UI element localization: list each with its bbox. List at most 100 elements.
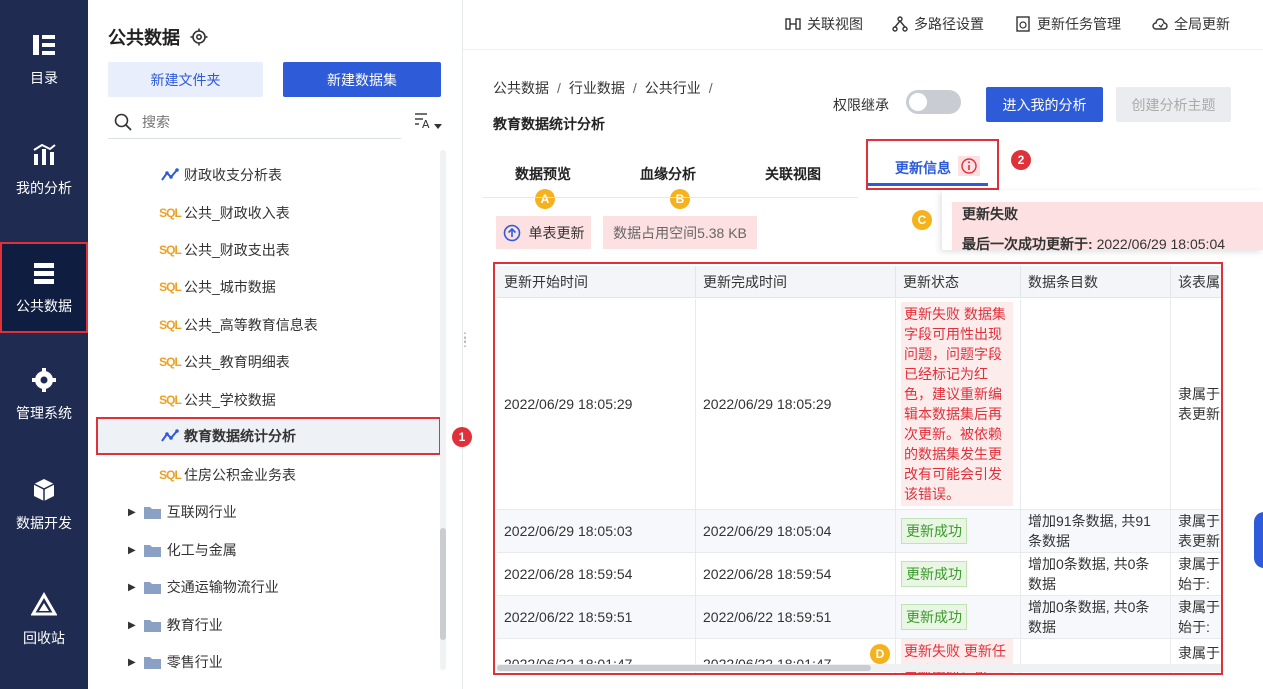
tree-item[interactable]: SQL 公共_学校数据 — [96, 381, 441, 419]
cell-end: 2022/06/29 18:05:04 — [696, 510, 896, 552]
cell-belong: 隶属于始于: — [1171, 596, 1221, 638]
sql-icon: SQL — [159, 318, 182, 332]
sidebar-scrollbar-thumb[interactable] — [440, 528, 446, 640]
multipath-icon — [892, 16, 908, 32]
sort-icon[interactable]: A — [413, 110, 443, 134]
caret-right-icon: ▶ — [128, 619, 136, 631]
left-nav: 目录 我的分析 公共数据 管理系统 数据开发 回收站 — [0, 0, 88, 689]
search-icon — [114, 113, 132, 131]
divider — [463, 49, 1263, 50]
folder-item[interactable]: ▶ 教育行业 — [128, 606, 223, 644]
nav-label: 管理系统 — [16, 405, 72, 421]
catalog-icon — [33, 35, 55, 55]
active-tab-indicator — [868, 183, 988, 186]
breadcrumb-item[interactable]: 公共数据 — [493, 80, 549, 96]
single-table-update-button[interactable]: 单表更新 — [496, 216, 591, 249]
folder-item[interactable]: ▶ 化工与金属 — [128, 531, 237, 569]
related-view-button[interactable]: 关联视图 — [785, 14, 863, 34]
cell-status: 更新成功 — [896, 596, 1021, 638]
folder-icon — [143, 657, 161, 669]
tree-item-selected[interactable]: 教育数据统计分析 — [96, 417, 441, 455]
sql-icon: SQL — [159, 206, 182, 220]
tree-item[interactable]: SQL 公共_财政收入表 — [96, 194, 441, 232]
folder-icon — [143, 620, 161, 632]
table-row[interactable]: 2022/06/28 18:59:54 2022/06/28 18:59:54 … — [497, 553, 1221, 596]
header-count[interactable]: 数据条目数 — [1021, 266, 1171, 298]
sql-icon: SQL — [159, 355, 182, 369]
folder-item[interactable]: ▶ 交通运输物流行业 — [128, 568, 279, 606]
folder-icon — [143, 545, 161, 557]
related-view-icon — [785, 18, 801, 30]
nav-item-recycle[interactable]: 回收站 — [0, 575, 88, 665]
task-mgmt-button[interactable]: 更新任务管理 — [1015, 14, 1121, 34]
nav-label: 回收站 — [23, 630, 65, 646]
enter-my-analysis-button[interactable]: 进入我的分析 — [986, 87, 1103, 122]
tab-update-info[interactable]: 更新信息 — [895, 158, 951, 178]
cell-end: 2022/06/28 18:59:54 — [696, 553, 896, 595]
permission-inherit-label: 权限继承 — [833, 97, 889, 113]
header-status[interactable]: 更新状态 — [896, 266, 1021, 298]
callout-badge-d: D — [870, 644, 890, 664]
nav-item-public-data[interactable]: 公共数据 — [0, 242, 88, 333]
sql-icon: SQL — [159, 243, 182, 257]
update-fail-panel: 更新失败 最后一次成功更新于: 2022/06/29 18:05:04 — [942, 190, 1263, 252]
cell-belong: 隶属于表更新 — [1171, 299, 1221, 509]
header-end-time[interactable]: 更新完成时间 — [696, 266, 896, 298]
tab-data-preview[interactable]: 数据预览 — [515, 164, 571, 184]
tree-item[interactable]: SQL 公共_教育明细表 — [96, 343, 441, 381]
status-ok-badge: 更新成功 — [901, 518, 967, 544]
nav-label: 目录 — [30, 70, 58, 86]
multipath-button[interactable]: 多路径设置 — [892, 14, 984, 34]
tree-item[interactable]: SQL 住房公积金业务表 — [96, 456, 441, 494]
settings-icon[interactable] — [190, 28, 208, 46]
permission-inherit-toggle[interactable] — [906, 90, 961, 114]
callout-badge-2: 2 — [1011, 150, 1031, 170]
breadcrumb-item[interactable]: 行业数据 — [569, 80, 625, 96]
table-row[interactable]: 2022/06/29 18:05:29 2022/06/29 18:05:29 … — [497, 299, 1221, 510]
task-icon — [1016, 16, 1030, 32]
table-h-scrollbar-thumb[interactable] — [497, 665, 871, 671]
callout-badge-b: B — [670, 189, 690, 209]
global-update-button[interactable]: 全局更新 — [1152, 14, 1230, 34]
chart-icon — [33, 143, 56, 165]
cell-status: 更新成功 — [896, 510, 1021, 552]
search-input[interactable] — [142, 113, 382, 130]
nav-label: 我的分析 — [16, 180, 72, 196]
new-dataset-button[interactable]: 新建数据集 — [283, 62, 441, 97]
recycle-icon — [31, 592, 57, 616]
status-ok-badge: 更新成功 — [901, 604, 967, 630]
info-icon[interactable] — [958, 156, 980, 176]
new-folder-button[interactable]: 新建文件夹 — [108, 62, 263, 97]
header-belong[interactable]: 该表属 — [1171, 266, 1221, 298]
folder-item[interactable]: ▶ 互联网行业 — [128, 493, 237, 531]
table-row[interactable]: 2022/06/29 18:05:03 2022/06/29 18:05:04 … — [497, 510, 1221, 553]
resize-handle[interactable]: ⋮ ⋮ — [459, 331, 471, 348]
tab-lineage[interactable]: 血缘分析 — [640, 164, 696, 184]
tab-related-view[interactable]: 关联视图 — [765, 164, 821, 184]
cell-end: 2022/06/22 18:59:51 — [696, 596, 896, 638]
data-space-info: 数据占用空间5.38 KB — [603, 216, 757, 249]
fail-title: 更新失败 — [962, 206, 1018, 222]
tree-item[interactable]: 财政收支分析表 — [96, 156, 441, 194]
header-start-time[interactable]: 更新开始时间 — [497, 266, 696, 298]
nav-label: 公共数据 — [16, 297, 72, 314]
cell-status: 更新成功 — [896, 553, 1021, 595]
folder-item[interactable]: ▶ 零售行业 — [128, 643, 223, 681]
nav-item-my-analysis[interactable]: 我的分析 — [0, 125, 88, 215]
cell-belong: 隶属于表更新 — [1171, 510, 1221, 552]
table-row[interactable]: 2022/06/22 18:59:51 2022/06/22 18:59:51 … — [497, 596, 1221, 639]
breadcrumb-sep: / — [632, 80, 637, 96]
nav-item-data-dev[interactable]: 数据开发 — [0, 460, 88, 550]
tree-item[interactable]: SQL 公共_高等教育信息表 — [96, 306, 441, 344]
tree-item[interactable]: SQL 公共_财政支出表 — [96, 231, 441, 269]
folder-icon — [143, 582, 161, 594]
cell-count: 增加0条数据, 共0条数据 — [1021, 596, 1171, 638]
nav-item-admin[interactable]: 管理系统 — [0, 350, 88, 440]
floating-side-button[interactable] — [1254, 512, 1263, 568]
breadcrumb-item[interactable]: 公共行业 — [645, 80, 701, 96]
update-history-table: 更新开始时间 更新完成时间 更新状态 数据条目数 该表属 2022/06/29 … — [493, 262, 1223, 675]
tree-item[interactable]: SQL 公共_城市数据 — [96, 268, 441, 306]
cell-belong: 隶属于始于: — [1171, 553, 1221, 595]
nav-item-catalog[interactable]: 目录 — [0, 15, 88, 105]
folder-icon — [143, 507, 161, 519]
